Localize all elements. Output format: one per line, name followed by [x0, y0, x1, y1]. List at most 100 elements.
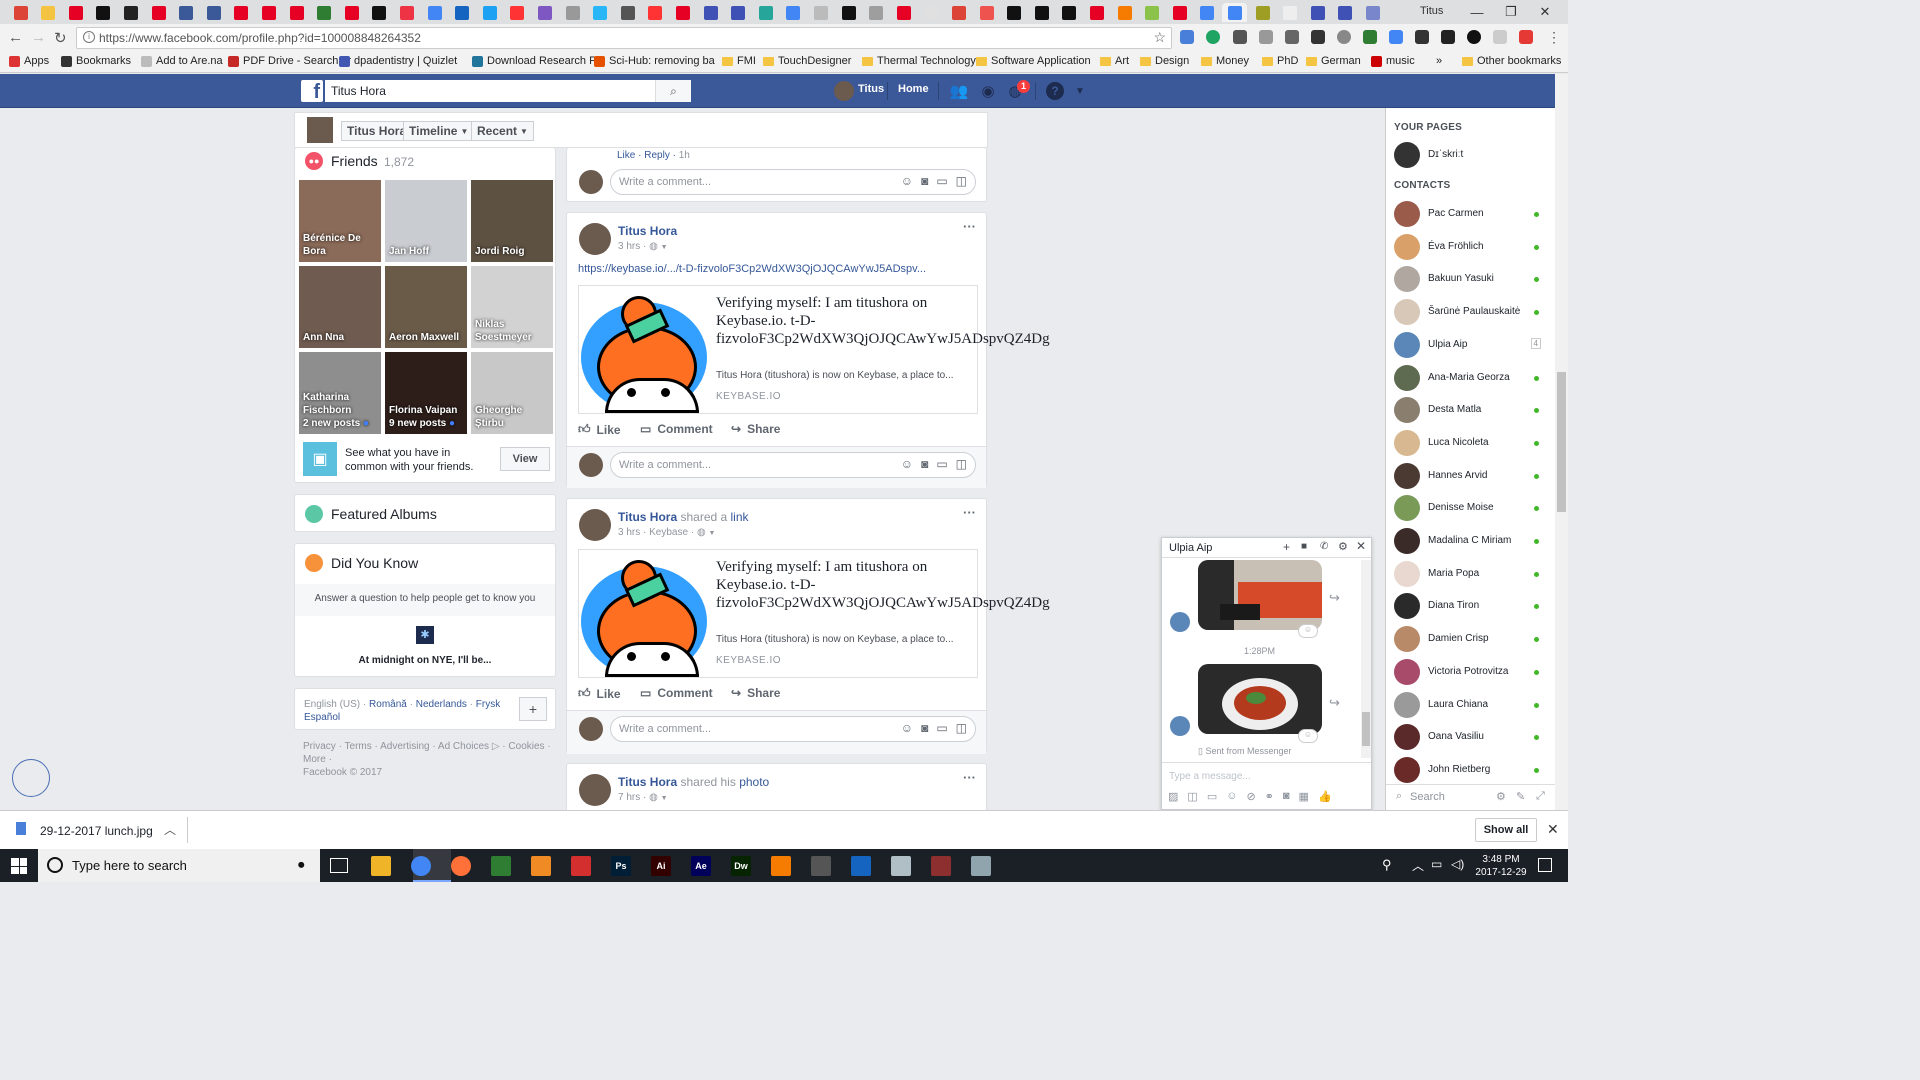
featured-albums-box[interactable]: Featured Albums — [294, 494, 556, 532]
post-time[interactable]: 3 hrs · Keybase — [618, 527, 688, 538]
comment-reply-link[interactable]: Reply — [644, 150, 670, 161]
browser-tab[interactable] — [1278, 3, 1303, 22]
bookmark-item[interactable]: Software Application — [976, 55, 1091, 67]
comment-input[interactable]: Write a comment... ☺ ◙ ▭ ◫ — [610, 169, 976, 195]
browser-tab[interactable] — [808, 3, 833, 22]
help-icon[interactable]: ? — [1046, 82, 1064, 100]
friends-title[interactable]: Friends — [331, 153, 378, 169]
bookmark-item[interactable]: FMI — [722, 55, 756, 67]
browser-tab[interactable] — [560, 3, 585, 22]
avatar[interactable] — [579, 509, 611, 541]
footer-link[interactable]: Advertising — [380, 741, 429, 752]
forward-icon[interactable]: → — [31, 29, 46, 46]
friend-tile[interactable]: Jan Hoff — [385, 180, 467, 262]
chat-photo-sofa[interactable] — [1198, 560, 1322, 630]
browser-tab[interactable] — [1195, 3, 1220, 22]
link-icon[interactable]: ⚭ — [1265, 790, 1274, 803]
avatar[interactable] — [834, 81, 854, 101]
browser-tab[interactable] — [781, 3, 806, 22]
view-button[interactable]: View — [500, 447, 550, 471]
windows-start-icon[interactable] — [11, 858, 27, 874]
taskbar-app-icon[interactable] — [411, 856, 431, 876]
taskbar-clock[interactable]: 3:48 PM 2017-12-29 — [1473, 853, 1529, 879]
language-link[interactable]: Frysk — [476, 699, 500, 710]
browser-tab[interactable] — [422, 3, 447, 22]
forward-icon[interactable]: ↪ — [1329, 695, 1340, 711]
friend-requests-icon[interactable]: 👥 — [950, 82, 969, 100]
footer-link[interactable]: Ad Choices — [438, 741, 489, 752]
translate-icon[interactable] — [1180, 30, 1194, 44]
browser-tab[interactable] — [698, 3, 723, 22]
menu-icon[interactable]: ⋮ — [1547, 29, 1561, 46]
phone-icon[interactable]: ✆ — [1320, 541, 1328, 552]
comment-input[interactable]: Write a comment... ☺ ◙ ▭ ◫ — [610, 716, 976, 742]
friend-tile[interactable]: Ann Nna — [299, 266, 381, 348]
taskbar-app-icon[interactable] — [571, 856, 591, 876]
browser-tab[interactable] — [753, 3, 778, 22]
friend-tile[interactable]: Niklas Soestmeyer — [471, 266, 553, 348]
network-icon[interactable]: ▭ — [1431, 857, 1442, 871]
like-button[interactable]: 👍︎ Like — [578, 686, 621, 701]
contact-item[interactable]: Madalina C Miriam — [1394, 526, 1549, 556]
browser-tab[interactable] — [1360, 3, 1385, 22]
browser-tab[interactable] — [174, 3, 199, 22]
emoji-icon[interactable]: ☺ — [901, 721, 913, 735]
emoji-icon[interactable]: ☺ — [901, 174, 913, 188]
reaction-icon[interactable]: ☺ — [1298, 624, 1318, 638]
contact-item[interactable]: Luca Nicoleta — [1394, 428, 1549, 458]
browser-tab[interactable] — [1002, 3, 1027, 22]
extension-icon[interactable] — [1467, 30, 1481, 44]
extension-icon[interactable] — [1493, 30, 1507, 44]
browser-tab[interactable] — [146, 3, 171, 22]
gif-icon[interactable]: ▭ — [936, 457, 947, 471]
search-icon[interactable]: ⌕ — [655, 80, 691, 102]
tray-chevron-icon[interactable]: ︿ — [1412, 857, 1424, 874]
browser-tab[interactable] — [1167, 3, 1192, 22]
address-bar[interactable]: i https://www.facebook.com/profile.php?i… — [76, 27, 1172, 49]
account-menu-chevron-icon[interactable]: ▼ — [1071, 82, 1089, 100]
add-people-icon[interactable]: + — [1283, 540, 1290, 554]
browser-tab[interactable] — [1057, 3, 1082, 22]
reload-icon[interactable]: ↻ — [54, 29, 67, 47]
link-preview-card[interactable]: Verifying myself: I am titushora on Keyb… — [578, 285, 1050, 414]
pinterest-extension-icon[interactable] — [1337, 30, 1351, 44]
avatar[interactable] — [307, 117, 333, 143]
chevron-up-icon[interactable]: ︿ — [164, 821, 176, 838]
browser-tab[interactable] — [118, 3, 143, 22]
browser-tab[interactable] — [63, 3, 88, 22]
add-language-button[interactable]: + — [519, 697, 547, 721]
page-scrollbar[interactable] — [1555, 74, 1568, 810]
browser-tab[interactable] — [1084, 3, 1109, 22]
gif-icon[interactable]: ▭ — [936, 721, 947, 735]
thumbs-up-icon[interactable]: 👍 — [1318, 790, 1332, 803]
volume-icon[interactable]: ◁) — [1451, 857, 1464, 871]
sticker-icon[interactable]: ◫ — [956, 721, 967, 735]
like-button[interactable]: 👍︎ Like — [578, 422, 621, 437]
sticker-icon[interactable]: ◫ — [956, 174, 967, 188]
microphone-icon[interactable]: ⏺ — [298, 857, 305, 873]
camera-icon[interactable]: ◙ — [1283, 790, 1290, 803]
featured-albums-title[interactable]: Featured Albums — [331, 506, 437, 522]
browser-tab[interactable] — [339, 3, 364, 22]
expand-icon[interactable]: ⤢ — [1536, 790, 1545, 803]
friend-tile[interactable]: Florina Vaipan 9 new posts ● — [385, 352, 467, 434]
messenger-icon[interactable]: ◉ — [979, 82, 997, 100]
extension-icon[interactable] — [1285, 30, 1299, 44]
extension-icon[interactable] — [1311, 30, 1325, 44]
gif-icon[interactable]: ▭ — [936, 174, 947, 188]
browser-tab[interactable] — [256, 3, 281, 22]
show-all-button[interactable]: Show all — [1475, 818, 1537, 842]
share-button[interactable]: ↪ Share — [731, 686, 780, 700]
browser-tab[interactable] — [1029, 3, 1054, 22]
emoji-icon[interactable]: ☺ — [1226, 790, 1237, 803]
taskbar-app-icon[interactable] — [771, 856, 791, 876]
sticker-icon[interactable]: ◫ — [956, 457, 967, 471]
browser-tab[interactable] — [201, 3, 226, 22]
contact-item[interactable]: Ulpia Aip 4 — [1394, 330, 1549, 360]
facebook-logo-icon[interactable]: f — [301, 80, 323, 102]
camera-icon[interactable]: ◙ — [921, 721, 928, 735]
back-icon[interactable]: ← — [8, 29, 23, 46]
chat-scrollbar-thumb[interactable] — [1362, 712, 1370, 746]
camera-icon[interactable]: ◙ — [921, 174, 928, 188]
comment-button[interactable]: ▭ Comment — [640, 686, 713, 700]
